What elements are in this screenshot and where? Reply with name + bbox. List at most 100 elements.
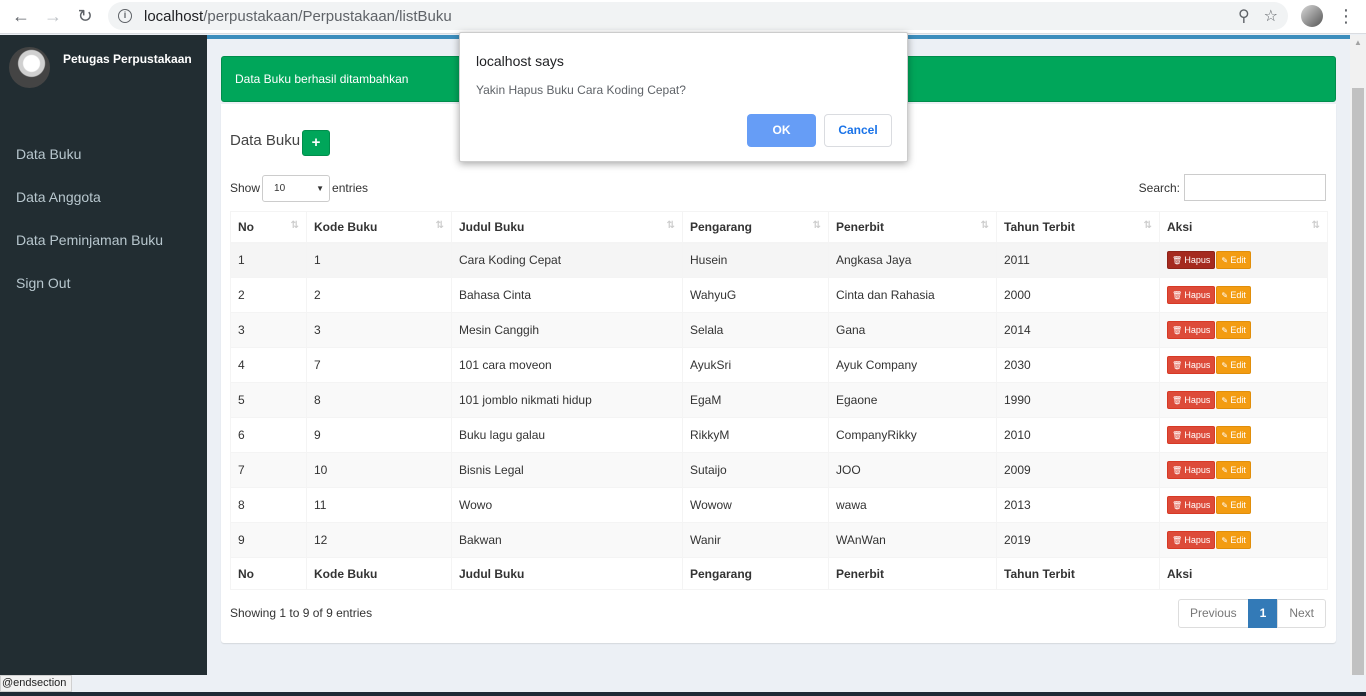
- table-cell: Sutaijo: [682, 452, 829, 488]
- hapus-button[interactable]: 🗑 Hapus: [1167, 321, 1216, 339]
- search-label: Search:: [1138, 180, 1180, 195]
- table-cell: Egaone: [828, 382, 997, 418]
- sidebar-item-data-peminjaman-buku[interactable]: Data Peminjaman Buku: [0, 219, 207, 262]
- pencil-icon: ✎: [1221, 361, 1231, 370]
- table-cell: 2011: [996, 242, 1160, 278]
- hapus-label: Hapus: [1184, 395, 1211, 405]
- actions-cell: 🗑 Hapus ✎ Edit: [1159, 382, 1328, 418]
- pencil-icon: ✎: [1221, 466, 1231, 475]
- profile-avatar-icon[interactable]: [1301, 5, 1323, 27]
- table-cell: 1990: [996, 382, 1160, 418]
- edit-button[interactable]: ✎ Edit: [1216, 286, 1251, 304]
- sidebar-item-data-buku[interactable]: Data Buku: [0, 133, 207, 176]
- table-cell: 3: [306, 312, 452, 348]
- edit-button[interactable]: ✎ Edit: [1216, 321, 1251, 339]
- edit-button[interactable]: ✎ Edit: [1216, 496, 1251, 514]
- pencil-icon: ✎: [1221, 501, 1231, 510]
- table-cell: WahyuG: [682, 277, 829, 313]
- page-length-select[interactable]: 10 ▼: [262, 174, 331, 202]
- edit-label: Edit: [1230, 430, 1246, 440]
- hapus-button[interactable]: 🗑 Hapus: [1167, 461, 1216, 479]
- previous-page-button[interactable]: Previous: [1177, 599, 1249, 628]
- column-header-tahun-terbit[interactable]: Tahun Terbit ⇅: [996, 211, 1160, 244]
- table-cell: 12: [306, 522, 452, 558]
- table-cell: Angkasa Jaya: [828, 242, 997, 278]
- table-row: 6 9 Buku lagu galau RikkyM CompanyRikky 2010 🗑…: [230, 417, 1328, 453]
- star-icon[interactable]: ☆: [1264, 6, 1278, 26]
- hapus-button[interactable]: 🗑 Hapus: [1167, 496, 1216, 514]
- actions-cell: 🗑 Hapus ✎ Edit: [1159, 242, 1328, 278]
- column-header-no[interactable]: No ⇅: [230, 211, 307, 244]
- user-name: Petugas Perpustakaan: [63, 52, 192, 66]
- hapus-button[interactable]: 🗑 Hapus: [1167, 531, 1216, 549]
- edit-button[interactable]: ✎ Edit: [1216, 391, 1251, 409]
- trash-icon: 🗑: [1172, 431, 1185, 440]
- table-cell: Husein: [682, 242, 829, 278]
- trash-icon: 🗑: [1172, 501, 1185, 510]
- table-cell: Wowow: [682, 487, 829, 523]
- dialog-ok-button[interactable]: OK: [747, 114, 816, 147]
- hapus-label: Hapus: [1184, 255, 1211, 266]
- scroll-up-icon[interactable]: ▲: [1350, 35, 1366, 51]
- edit-button[interactable]: ✎ Edit: [1216, 251, 1251, 270]
- hapus-button[interactable]: 🗑 Hapus: [1167, 356, 1216, 374]
- hapus-button[interactable]: 🗑 Hapus: [1167, 391, 1216, 409]
- table-row: 1 1 Cara Koding Cepat Husein Angkasa Jaya 201…: [230, 242, 1328, 278]
- column-footer-kode-buku: Kode Buku: [306, 557, 452, 590]
- trash-icon: 🗑: [1172, 396, 1185, 405]
- column-header-penerbit[interactable]: Penerbit ⇅: [828, 211, 997, 244]
- info-icon[interactable]: i: [118, 9, 132, 23]
- actions-cell: 🗑 Hapus ✎ Edit: [1159, 347, 1328, 383]
- url-text[interactable]: localhost/perpustakaan/Perpustakaan/list…: [144, 8, 452, 25]
- search-input[interactable]: [1184, 174, 1326, 201]
- column-header-aksi[interactable]: Aksi ⇅: [1159, 211, 1328, 244]
- column-footer-penerbit: Penerbit: [828, 557, 997, 590]
- sort-icon: ⇅: [666, 220, 675, 231]
- table-cell: 2030: [996, 347, 1160, 383]
- table-cell: 1: [306, 242, 452, 278]
- table-cell: 101 cara moveon: [451, 347, 683, 383]
- dialog-cancel-button[interactable]: Cancel: [824, 114, 892, 147]
- edit-label: Edit: [1230, 465, 1246, 475]
- zoom-icon[interactable]: ⚲: [1238, 6, 1250, 26]
- add-book-button[interactable]: +: [302, 130, 330, 156]
- column-header-kode-buku[interactable]: Kode Buku ⇅: [306, 211, 452, 244]
- edit-button[interactable]: ✎ Edit: [1216, 356, 1251, 374]
- scroll-thumb[interactable]: [1352, 88, 1364, 675]
- hapus-button[interactable]: 🗑 Hapus: [1167, 426, 1216, 444]
- table-cell: 10: [306, 452, 452, 488]
- table-cell: 2010: [996, 417, 1160, 453]
- kebab-menu-icon[interactable]: ⋮: [1337, 6, 1355, 26]
- search-control: Search:: [1139, 174, 1326, 201]
- sidebar-item-data-anggota[interactable]: Data Anggota: [0, 176, 207, 219]
- hapus-button[interactable]: 🗑 Hapus: [1167, 286, 1216, 304]
- edit-button[interactable]: ✎ Edit: [1216, 461, 1251, 479]
- browser-toolbar: ← → ↻ i localhost/perpustakaan/Perpustak…: [0, 0, 1366, 34]
- address-bar[interactable]: i localhost/perpustakaan/Perpustakaan/li…: [108, 2, 1288, 30]
- back-arrow-icon[interactable]: ←: [5, 1, 37, 33]
- column-header-pengarang[interactable]: Pengarang ⇅: [682, 211, 829, 244]
- user-panel: Petugas Perpustakaan: [9, 47, 199, 97]
- column-footer-judul-buku: Judul Buku: [451, 557, 683, 590]
- table-row: 7 10 Bisnis Legal Sutaijo JOO 2009 🗑 Hapus ✎ Ed…: [230, 452, 1328, 488]
- edit-button[interactable]: ✎ Edit: [1216, 531, 1251, 549]
- table-cell: 9: [306, 417, 452, 453]
- column-header-judul-buku[interactable]: Judul Buku ⇅: [451, 211, 683, 244]
- sidebar-item-sign-out[interactable]: Sign Out: [0, 262, 207, 305]
- entries-label: entries: [332, 181, 369, 195]
- data-buku-box: Data Buku + Show 10 ▼ entries Search: No…: [221, 104, 1336, 643]
- page-length-control: Show 10 ▼ entries: [230, 174, 368, 202]
- page-scrollbar[interactable]: ▲: [1350, 35, 1366, 675]
- hapus-button[interactable]: 🗑 Hapus: [1167, 251, 1216, 270]
- hapus-label: Hapus: [1184, 290, 1211, 300]
- hapus-label: Hapus: [1184, 465, 1211, 475]
- sidebar: Petugas Perpustakaan Data Buku Data Angg…: [0, 35, 207, 675]
- edit-button[interactable]: ✎ Edit: [1216, 426, 1251, 444]
- page-1-button[interactable]: 1: [1247, 599, 1279, 628]
- forward-arrow-icon[interactable]: →: [37, 1, 69, 33]
- column-footer-aksi: Aksi: [1159, 557, 1328, 590]
- reload-icon[interactable]: ↻: [69, 1, 101, 33]
- chevron-down-icon: ▼: [316, 183, 325, 193]
- column-footer-no: No: [230, 557, 307, 590]
- next-page-button[interactable]: Next: [1277, 599, 1326, 628]
